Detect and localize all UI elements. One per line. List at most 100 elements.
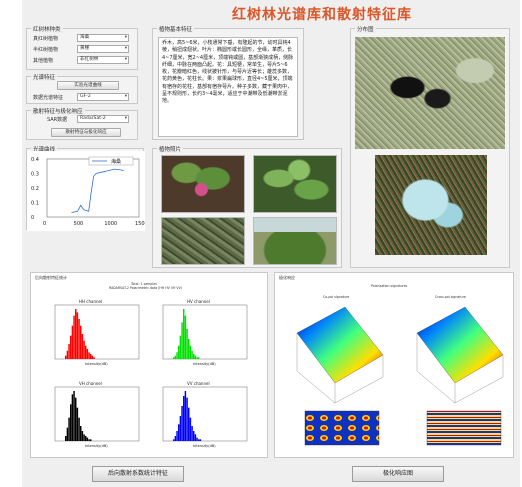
histogram-xlabel: Intensity(dB) bbox=[85, 362, 108, 366]
polarization-figure-title: Polarization signatures bbox=[371, 284, 408, 288]
histogram-xlabel: Intensity(dB) bbox=[85, 444, 108, 448]
description-text: 乔木，高5~6米，小枝通常下垂，有隆起的节，幼时具钝4棱，稍扭成翅状。叶片：椭圆… bbox=[158, 37, 298, 137]
species-panel-title: 红树林种类 bbox=[31, 25, 63, 33]
histogram-bar bbox=[76, 407, 79, 441]
histogram-figure: HH channel Intensity(dB) HV channel Intensi… bbox=[54, 299, 248, 448]
histogram-bar bbox=[83, 434, 85, 441]
histogram-plot-title: VH channel bbox=[79, 381, 102, 386]
semi-mangrove-select[interactable]: 黄槿 ▾ bbox=[77, 45, 129, 53]
y-tick-label: 0.2 bbox=[31, 186, 39, 192]
histogram-bar bbox=[191, 426, 193, 441]
curve-legend: 海桑 bbox=[88, 156, 134, 166]
histogram-bar bbox=[65, 355, 67, 359]
histogram-bar bbox=[183, 396, 185, 441]
histogram-bar bbox=[83, 340, 85, 359]
semi-mangrove-value: 黄槿 bbox=[80, 46, 90, 51]
species-panel: 红树林种类 真红树植物 海桑 ▾ 半红树植物 黄槿 ▾ 其他植物 非红树林 ▾ bbox=[26, 25, 138, 70]
chevron-down-icon: ▾ bbox=[124, 116, 127, 121]
histogram-bar bbox=[194, 434, 197, 441]
polarization-response-button[interactable]: 极化响应图 bbox=[352, 466, 444, 482]
polarization-window: 极化响应 Polarization signatures Co-pol sign… bbox=[274, 272, 514, 458]
true-mangrove-value: 海桑 bbox=[80, 35, 90, 40]
histogram-window-title: 后向散射特征统计 bbox=[35, 275, 67, 280]
data-spectral-select[interactable]: GF-2 ▾ bbox=[77, 93, 129, 101]
plant-photo-ground bbox=[161, 217, 245, 265]
chevron-down-icon: ▾ bbox=[124, 94, 127, 99]
experimental-spectrum-button[interactable]: 实验光谱曲线 bbox=[57, 81, 119, 90]
spectral-panel-title: 光谱特征 bbox=[31, 73, 58, 81]
histogram-bar bbox=[184, 391, 187, 441]
y-tick-label: 0 bbox=[31, 215, 34, 221]
crosspol-map-1 bbox=[304, 410, 380, 446]
copol-surface-1 bbox=[296, 306, 384, 404]
spectral-curve-panel: 光谱曲线 05001000150000.10.20.30.4 海桑 bbox=[26, 145, 145, 231]
spectral-curve-chart: 0 500 1000 1500 0 0.1 0.2 0.3 0.4 海桑 bbox=[27, 151, 145, 231]
plant-photo-flower bbox=[161, 155, 245, 213]
chevron-down-icon: ▾ bbox=[124, 35, 127, 40]
histogram-bar bbox=[71, 325, 74, 359]
distribution-map bbox=[355, 37, 505, 149]
x-tick-label: 1500 bbox=[135, 221, 145, 227]
histogram-bar bbox=[189, 345, 192, 359]
histogram-bar bbox=[191, 350, 193, 359]
backscatter-stats-button[interactable]: 后向散射系数统计特征 bbox=[92, 466, 184, 482]
species-label-true: 真红树植物 bbox=[33, 36, 59, 42]
chevron-down-icon: ▾ bbox=[124, 46, 127, 51]
histogram-bar bbox=[181, 406, 183, 441]
x-tick-label: 1000 bbox=[104, 221, 117, 227]
histogram-bar bbox=[73, 315, 75, 359]
histogram-bar bbox=[76, 312, 79, 359]
description-panel-title: 植物基本特征 bbox=[157, 25, 195, 33]
species-label-other: 其他植物 bbox=[33, 58, 54, 64]
histogram-bar bbox=[173, 439, 175, 441]
sar-select[interactable]: RadarSat-2 ▾ bbox=[77, 115, 129, 123]
histogram-bar bbox=[93, 357, 95, 359]
data-spectral-label: 数据光谱特征 bbox=[33, 95, 64, 101]
histogram-bar bbox=[194, 355, 197, 359]
histogram-bar bbox=[88, 439, 90, 441]
plant-photo-leaves bbox=[253, 155, 337, 213]
histogram-bar bbox=[70, 404, 72, 441]
histogram-bar bbox=[90, 354, 92, 359]
histogram-bar bbox=[193, 354, 195, 359]
histogram-bar bbox=[181, 322, 183, 359]
histogram-bar bbox=[68, 417, 70, 441]
chevron-down-icon: ▾ bbox=[124, 57, 127, 62]
histogram-bar bbox=[179, 335, 182, 359]
histogram-bar bbox=[178, 424, 180, 441]
map-panel: 分布图 bbox=[350, 25, 510, 268]
histogram-bar bbox=[189, 417, 192, 441]
histogram-bar bbox=[198, 357, 200, 359]
scatter-panel-title: 散射特征与极化响应 bbox=[31, 107, 85, 115]
crosspol-map-2 bbox=[426, 410, 502, 446]
y-tick-label: 0.4 bbox=[31, 157, 39, 163]
histogram-window: 后向散射特征统计 Total: 1 samples RADARSAT-2 Pol… bbox=[30, 272, 268, 458]
y-tick-label: 0.3 bbox=[31, 172, 39, 178]
histogram-bar bbox=[198, 439, 200, 441]
sar-value: RadarSat-2 bbox=[80, 116, 106, 121]
histogram-bar bbox=[176, 431, 178, 441]
histogram-bar bbox=[73, 391, 75, 441]
histogram-bar bbox=[81, 334, 84, 359]
histogram-bar bbox=[85, 436, 87, 441]
histogram-xlabel: Intensity(dB) bbox=[193, 362, 216, 366]
histogram-bar bbox=[88, 352, 90, 359]
histogram-bar bbox=[86, 349, 89, 359]
copol-surface-2 bbox=[416, 306, 504, 404]
other-plant-value: 非红树林 bbox=[80, 57, 99, 62]
histogram-bar bbox=[75, 397, 77, 441]
histogram-plot-frame bbox=[162, 304, 248, 360]
histogram-bar bbox=[81, 431, 84, 441]
histogram-bar bbox=[78, 417, 80, 441]
true-mangrove-select[interactable]: 海桑 ▾ bbox=[77, 34, 129, 42]
other-plant-select[interactable]: 非红树林 ▾ bbox=[77, 56, 129, 64]
scatter-response-button[interactable]: 散射特征与极化响应 bbox=[51, 128, 121, 137]
photos-panel: 植物照片 bbox=[152, 145, 342, 268]
histogram-xlabel: Intensity(dB) bbox=[193, 444, 216, 448]
plant-photo-shrub bbox=[253, 217, 337, 265]
spectral-panel: 光谱特征 实验光谱曲线 数据光谱特征 GF-2 ▾ bbox=[26, 73, 138, 104]
histogram-bar bbox=[173, 357, 175, 359]
histogram-bar bbox=[199, 439, 202, 441]
histogram-bar bbox=[80, 426, 82, 441]
data-spectral-value: GF-2 bbox=[80, 94, 91, 99]
